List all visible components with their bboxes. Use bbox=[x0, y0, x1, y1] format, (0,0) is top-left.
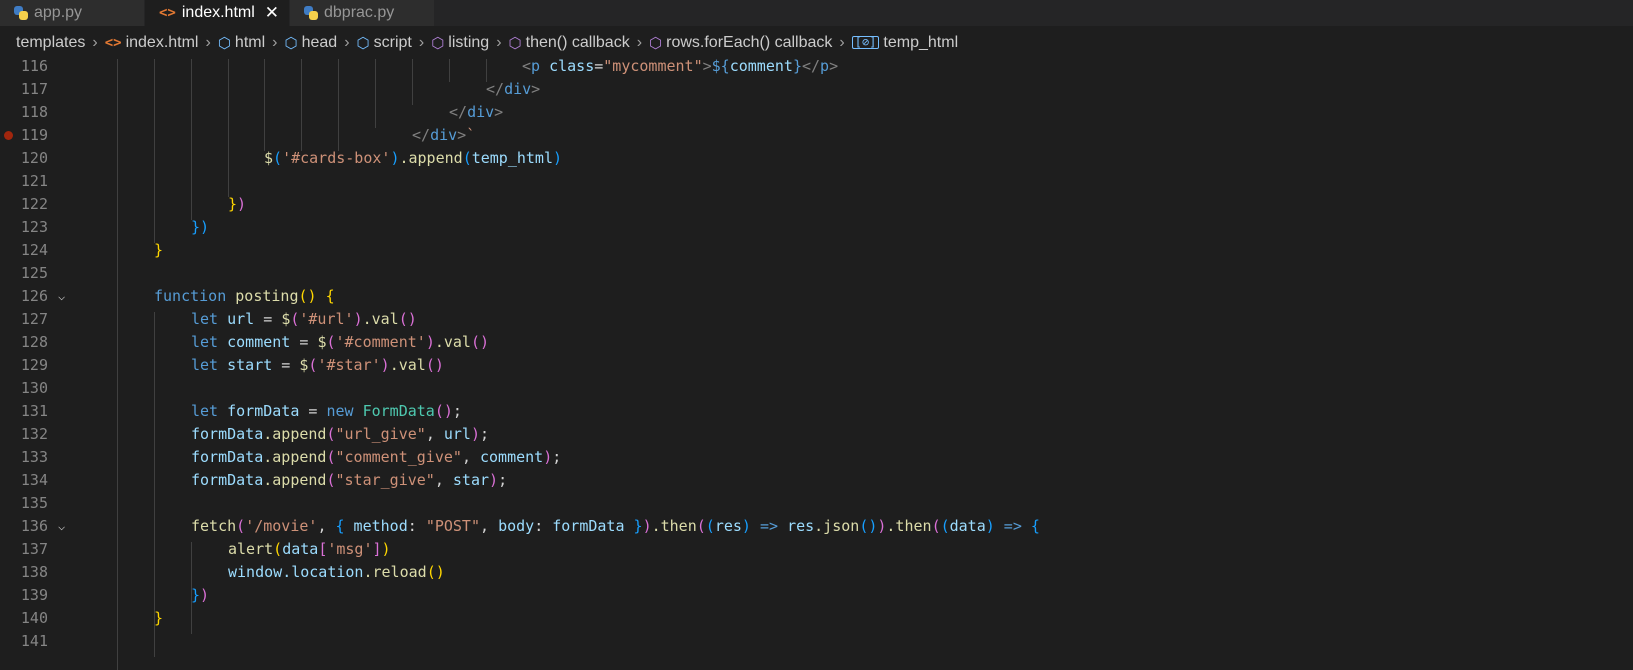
function-icon: ⬡ bbox=[431, 34, 445, 52]
breadcrumb-foreach-callback[interactable]: ⬡ rows.forEach() callback bbox=[649, 34, 832, 52]
code-line: 126 ⌵ function posting() { bbox=[0, 285, 1633, 308]
python-file-icon bbox=[14, 6, 28, 20]
breadcrumb-then-callback[interactable]: ⬡ then() callback bbox=[509, 34, 630, 52]
chevron-right-icon: › bbox=[272, 33, 278, 51]
code-line: 119 </div>` bbox=[0, 124, 1633, 147]
code-line: 118 </div> bbox=[20, 103, 504, 121]
breadcrumb-folder[interactable]: templates bbox=[16, 34, 85, 52]
html-file-icon: <> bbox=[159, 5, 176, 21]
breadcrumb-script[interactable]: ⬡ script bbox=[357, 34, 412, 52]
tab-label: dbprac.py bbox=[324, 4, 395, 21]
tab-dbprac-py[interactable]: dbprac.py bbox=[290, 0, 435, 26]
code-line: 134 formData.append("star_give", star); bbox=[20, 471, 508, 489]
breadcrumb-listing[interactable]: ⬡ listing bbox=[431, 34, 489, 52]
code-line: 137 alert(data['msg']) bbox=[20, 540, 391, 558]
html-file-icon: <> bbox=[104, 34, 122, 51]
code-line: 129 let start = $('#star').val() bbox=[20, 356, 444, 374]
code-line: 117 </div> bbox=[20, 80, 541, 98]
tab-app-py[interactable]: app.py bbox=[0, 0, 145, 26]
code-line: 141 bbox=[20, 632, 48, 650]
code-line: 127 let url = $('#url').val() bbox=[20, 310, 417, 328]
breadcrumb-html[interactable]: ⬡ html bbox=[218, 34, 265, 52]
code-line: 139}) bbox=[20, 586, 210, 604]
code-line: 123}) bbox=[20, 218, 210, 236]
code-line: 138 window.location.reload() bbox=[20, 563, 445, 581]
python-file-icon bbox=[304, 6, 318, 20]
chevron-down-icon[interactable]: ⌵ bbox=[58, 515, 65, 538]
tab-label: app.py bbox=[34, 4, 83, 21]
element-icon: ⬡ bbox=[284, 34, 298, 52]
chevron-right-icon: › bbox=[418, 33, 425, 51]
function-icon: ⬡ bbox=[508, 34, 522, 52]
code-line: 140} bbox=[20, 609, 164, 627]
code-line: 122}) bbox=[20, 195, 247, 213]
chevron-right-icon: › bbox=[344, 33, 350, 51]
chevron-right-icon: › bbox=[636, 33, 643, 51]
breadcrumb-head[interactable]: ⬡ head bbox=[284, 34, 337, 52]
tab-index-html[interactable]: <> index.html ✕ bbox=[145, 0, 290, 26]
code-line: 131 let formData = new FormData(); bbox=[20, 402, 462, 420]
chevron-down-icon[interactable]: ⌵ bbox=[58, 285, 65, 308]
code-line: 124} bbox=[20, 241, 164, 259]
chevron-right-icon: › bbox=[496, 33, 502, 51]
code-line: 120 $('#cards-box').append(temp_html) bbox=[20, 149, 563, 167]
code-line: 130 bbox=[20, 379, 48, 397]
tab-bar: app.py <> index.html ✕ dbprac.py bbox=[0, 0, 1633, 26]
close-icon[interactable]: ✕ bbox=[265, 3, 279, 23]
chevron-right-icon: › bbox=[205, 33, 211, 51]
variable-icon: [⊘] bbox=[851, 36, 880, 49]
code-line: 132 formData.append("url_give", url); bbox=[20, 425, 490, 443]
breadcrumb-file[interactable]: <> index.html bbox=[105, 34, 199, 52]
code-line: 121 bbox=[20, 172, 48, 190]
code-line: 116 <p class="mycomment">${comment}</p> bbox=[20, 59, 839, 75]
chevron-right-icon: › bbox=[839, 33, 845, 51]
code-line: 133 formData.append("comment_give", comme… bbox=[20, 448, 562, 466]
breadcrumb: templates › <> index.html › ⬡ html › ⬡ head… bbox=[0, 26, 1633, 59]
tab-label: index.html bbox=[181, 4, 255, 21]
code-editor[interactable]: 116 <p class="mycomment">${comment}</p> 1… bbox=[0, 59, 1633, 670]
code-line: 135 bbox=[20, 494, 48, 512]
element-icon: ⬡ bbox=[356, 34, 370, 52]
breadcrumb-temp-html[interactable]: [⊘] temp_html bbox=[851, 34, 958, 52]
chevron-right-icon: › bbox=[92, 33, 98, 51]
code-line: 136 ⌵ fetch('/movie', { method: "POST", bo… bbox=[0, 515, 1633, 538]
code-line: 125 bbox=[20, 264, 48, 282]
function-icon: ⬡ bbox=[649, 34, 663, 52]
code-line: 128 let comment = $('#comment').val() bbox=[20, 333, 490, 351]
element-icon: ⬡ bbox=[217, 34, 231, 52]
code-editor-window: app.py <> index.html ✕ dbprac.py templat… bbox=[0, 0, 1633, 670]
